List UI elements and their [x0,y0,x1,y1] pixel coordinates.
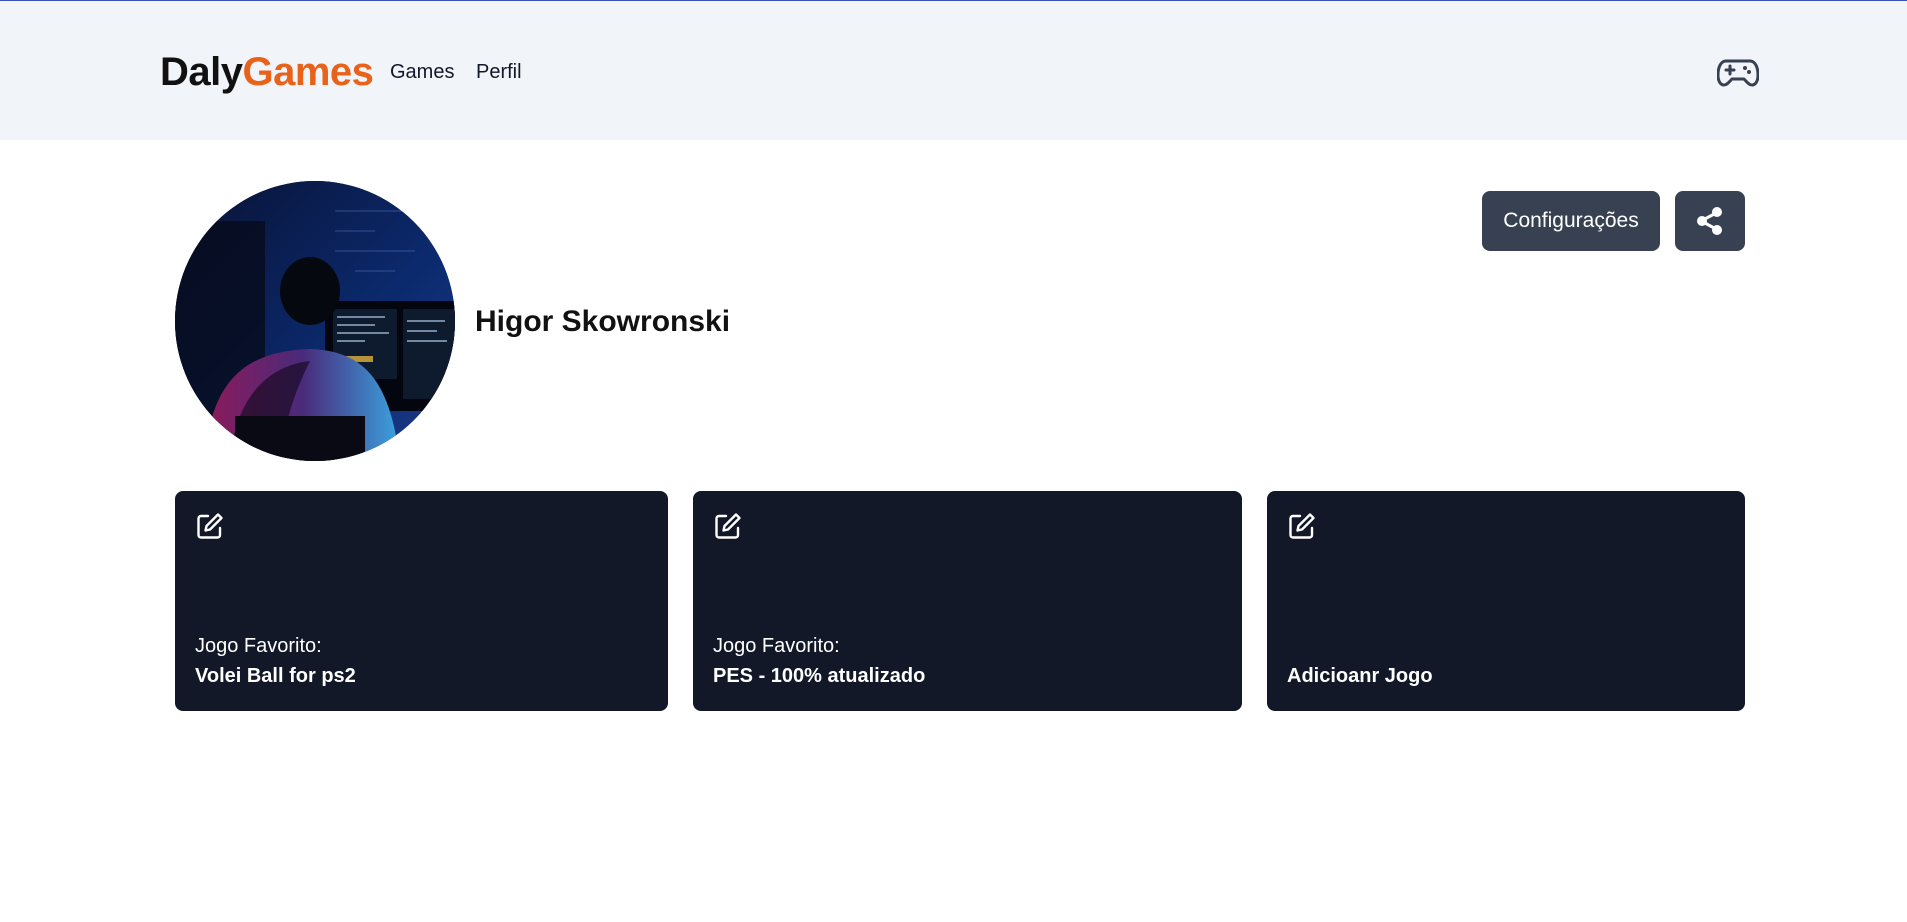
favorite-game-card: Jogo Favorito: PES - 100% atualizado [693,491,1242,711]
nav-link-games[interactable]: Games [390,60,454,84]
top-navbar: DalyGames Games Perfil [0,1,1907,140]
card-label: Jogo Favorito: [713,635,840,657]
gamepad-icon[interactable] [1717,56,1759,88]
edit-icon[interactable] [195,511,225,541]
card-label: Jogo Favorito: [195,635,322,657]
avatar-photo [175,181,455,461]
avatar [175,181,455,461]
add-game-card[interactable]: Adicioanr Jogo [1267,491,1745,711]
favorite-game-card: Jogo Favorito: Volei Ball for ps2 [175,491,668,711]
edit-icon[interactable] [713,511,743,541]
card-title: PES - 100% atualizado [713,665,926,687]
logo-part-daly: Daly [160,50,243,94]
nav-link-perfil[interactable]: Perfil [476,60,522,84]
card-title: Adicioanr Jogo [1287,665,1433,687]
card-title: Volei Ball for ps2 [195,665,356,687]
settings-button[interactable]: Configurações [1482,191,1660,251]
logo-part-games: Games [242,50,374,94]
logo[interactable]: DalyGames [160,48,374,96]
share-icon [1697,207,1722,235]
edit-icon[interactable] [1287,511,1317,541]
share-button[interactable] [1675,191,1745,251]
profile-name: Higor Skowronski [475,305,731,338]
